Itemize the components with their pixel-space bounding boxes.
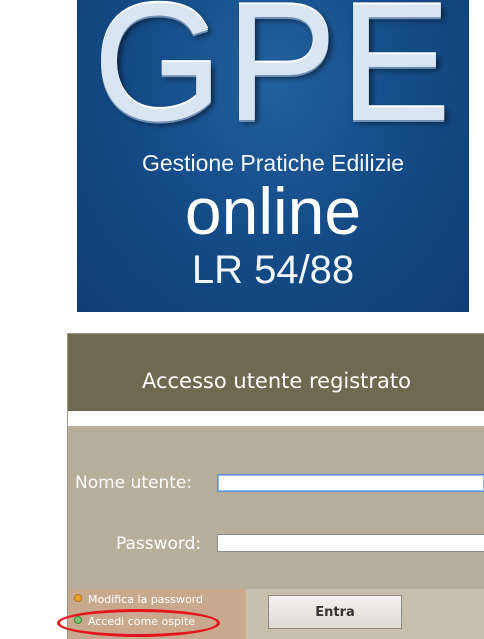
password-input[interactable] (217, 534, 484, 552)
change-password-label: Modifica la password (88, 593, 203, 606)
guest-access-link[interactable]: Accedi come ospite (74, 616, 195, 627)
enter-button[interactable]: Entra (268, 595, 402, 629)
bullet-icon (74, 594, 82, 602)
logo-subtitle: Gestione Pratiche Edilizie (141, 150, 405, 176)
logo-law-reference: LR 54/88 (191, 248, 355, 292)
logo-acronym: GPE (92, 0, 454, 156)
change-password-link[interactable]: Modifica la password (74, 594, 203, 605)
gpe-logo: GPE Gestione Pratiche Edilizie online LR… (77, 0, 469, 312)
logo-online-text: online (184, 174, 362, 248)
page: GPE Gestione Pratiche Edilizie online LR… (0, 0, 484, 639)
bullet-icon (74, 616, 82, 624)
login-title: Accesso utente registrato (141, 369, 412, 393)
header-divider-band (68, 412, 484, 426)
username-label: Nome utente: (75, 473, 193, 493)
password-label: Password: (116, 534, 202, 554)
login-header: Accesso utente registrato (68, 334, 484, 412)
login-panel: Accesso utente registrato Nome utente: P… (67, 333, 484, 639)
guest-access-label: Accedi come ospite (88, 615, 196, 628)
username-input[interactable] (217, 474, 484, 492)
